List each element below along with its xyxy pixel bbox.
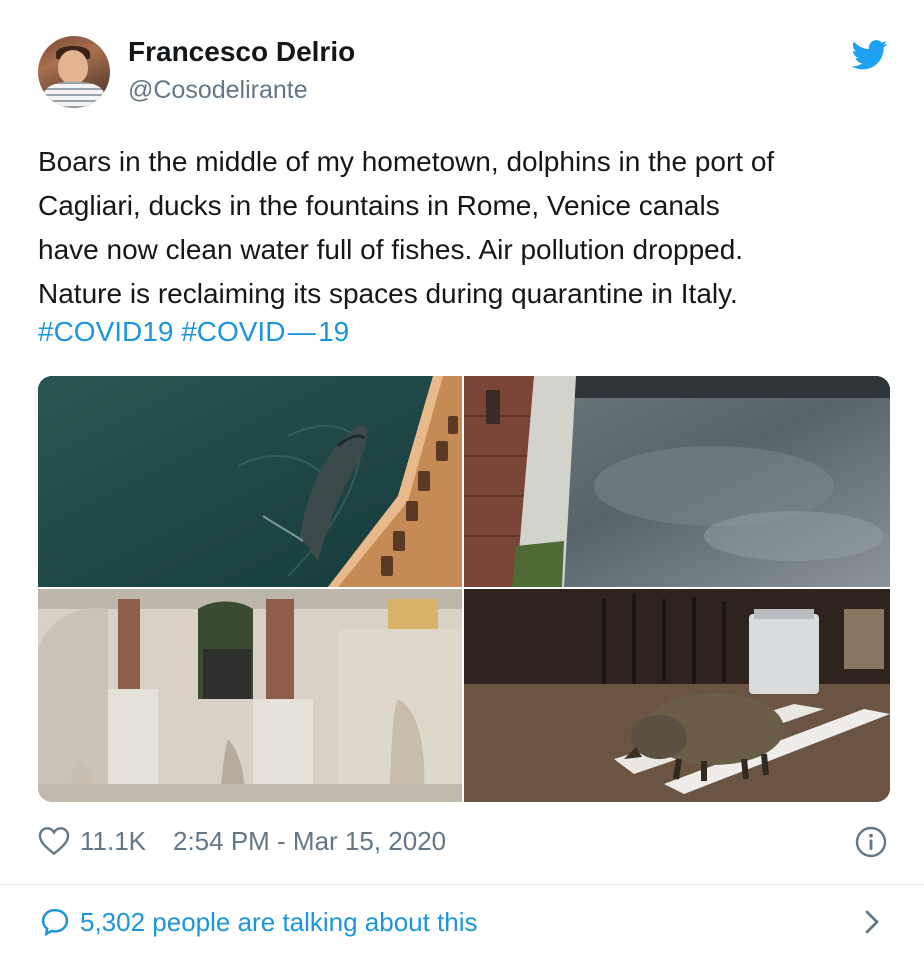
- photo-boar[interactable]: [464, 589, 890, 802]
- hashtag-covid19[interactable]: #COVID19: [38, 316, 173, 347]
- author-display-name[interactable]: Francesco Delrio: [128, 36, 355, 68]
- author-avatar[interactable]: [38, 36, 110, 108]
- photo-fountain[interactable]: [38, 589, 462, 802]
- twitter-bird-icon[interactable]: [852, 40, 888, 70]
- tweet-body: Boars in the middle of my hometown, dolp…: [38, 140, 898, 316]
- heart-icon[interactable]: [38, 826, 70, 856]
- tweet-timestamp[interactable]: 2:54 PM - Mar 15, 2020: [173, 826, 446, 857]
- conversation-label[interactable]: 5,302 people are talking about this: [80, 907, 478, 938]
- hashtag-row: #COVID19 #COVID — 19: [38, 314, 349, 350]
- media-grid: [38, 376, 890, 802]
- tweet-text-line: Boars in the middle of my hometown, dolp…: [38, 146, 775, 177]
- photo-dolphin[interactable]: [38, 376, 462, 587]
- hashtag-covid-19[interactable]: #COVID — 19: [181, 316, 349, 347]
- conversation-link[interactable]: 5,302 people are talking about this: [0, 885, 924, 956]
- tweet-text-line: Nature is reclaiming its spaces during q…: [38, 278, 738, 309]
- tweet-text-line: Cagliari, ducks in the fountains in Rome…: [38, 190, 720, 221]
- tweet-card: Francesco Delrio @Cosodelirante Boars in…: [0, 0, 924, 956]
- speech-bubble-icon: [41, 908, 69, 937]
- like-count[interactable]: 11.1K: [80, 826, 146, 857]
- author-handle[interactable]: @Cosodelirante: [128, 76, 308, 105]
- chevron-right-icon[interactable]: [862, 907, 882, 937]
- tweet-text-line: have now clean water full of fishes. Air…: [38, 234, 744, 265]
- info-icon[interactable]: [855, 826, 887, 858]
- photo-canal[interactable]: [464, 376, 890, 587]
